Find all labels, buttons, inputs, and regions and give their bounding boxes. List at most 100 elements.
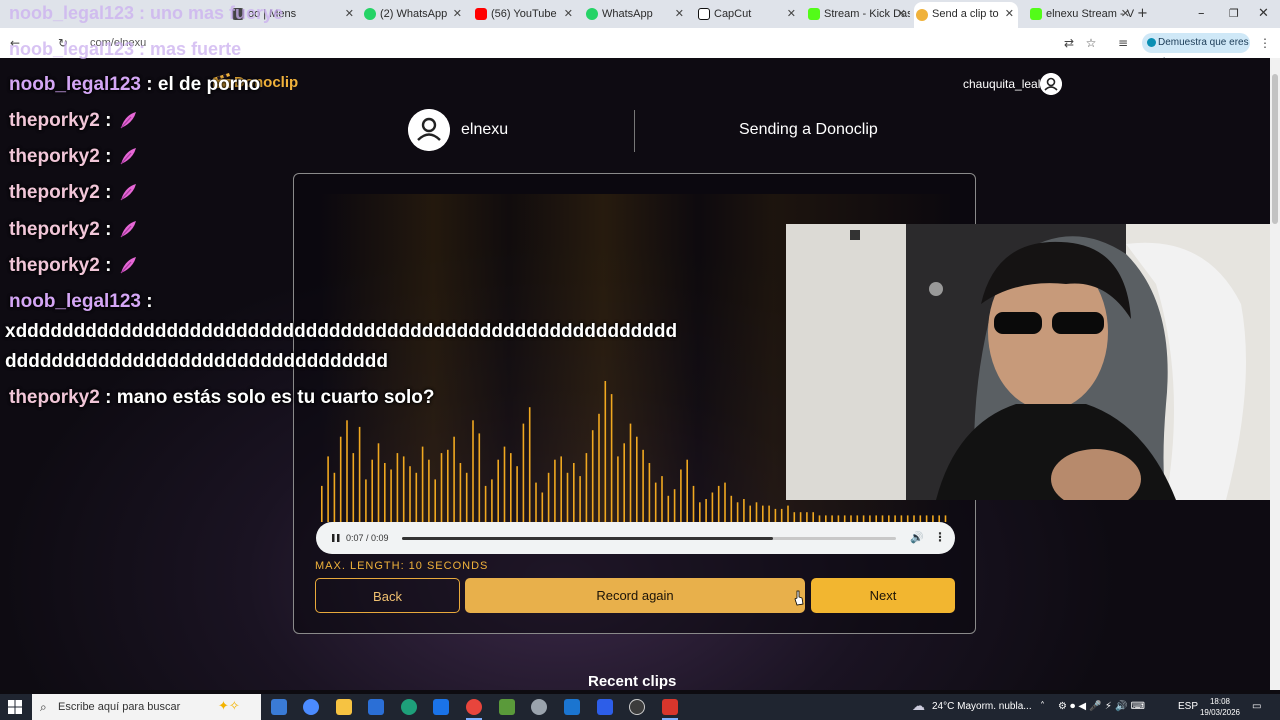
clock-time: 18:08: [1209, 697, 1231, 706]
streamer-avatar-icon: [408, 109, 450, 151]
tab-whatsapp-2[interactable]: (2) WhatsApp ✕: [362, 4, 466, 24]
copilot-icon[interactable]: [303, 699, 319, 715]
mail-icon[interactable]: [433, 699, 449, 715]
close-icon[interactable]: ✕: [1121, 4, 1130, 24]
feather-emote-icon: [120, 148, 137, 165]
streamer-name: elnexu: [461, 121, 509, 138]
visualizer-bar: [598, 413, 600, 522]
chat-ghost-line: noob_legal123 : mas fuerte: [9, 39, 242, 59]
app-icon[interactable]: [662, 699, 678, 715]
progress-track[interactable]: [402, 537, 896, 540]
visualizer-bar: [806, 512, 808, 522]
visualizer-bar: [409, 466, 411, 522]
visualizer-bar: [856, 515, 859, 522]
app-icon[interactable]: [597, 699, 613, 715]
volume-icon[interactable]: 🔊: [910, 530, 924, 546]
close-window-button[interactable]: ✕: [1258, 4, 1269, 24]
visualizer-bar: [579, 476, 581, 522]
visualizer-bar: [881, 515, 884, 522]
visualizer-bar: [894, 515, 896, 522]
chat-text: el de porno: [157, 74, 261, 95]
close-icon[interactable]: ✕: [345, 4, 354, 24]
tab-kick-dashboard[interactable]: Stream - Kick Das ✕: [806, 4, 910, 24]
language-indicator[interactable]: ESP: [1178, 694, 1198, 720]
chat-username: theporky2: [9, 146, 100, 167]
visualizer-bar: [743, 499, 745, 522]
visualizer-bar: [705, 499, 707, 522]
hand-cursor-icon: [794, 590, 804, 606]
tab-kick-stream[interactable]: elnexu Stream - V ✕: [1028, 4, 1134, 24]
minecraft-icon[interactable]: [499, 699, 515, 715]
close-icon[interactable]: ✕: [453, 4, 462, 24]
next-button[interactable]: Next: [811, 578, 955, 613]
obs-icon[interactable]: [629, 699, 645, 715]
edge-icon[interactable]: [401, 699, 417, 715]
maximize-button[interactable]: ❐: [1229, 4, 1239, 24]
minimize-button[interactable]: –: [1198, 4, 1205, 24]
visualizer-bar: [491, 479, 493, 522]
visualizer-bar: [547, 472, 550, 522]
chat-username: theporky2: [9, 255, 100, 276]
feather-emote-icon: [120, 257, 137, 274]
page-scrollbar[interactable]: [1270, 58, 1280, 690]
close-icon[interactable]: ✕: [787, 4, 796, 24]
app-icon[interactable]: [564, 699, 580, 715]
audio-player[interactable]: 0:07 / 0:09 🔊 ⋮: [316, 522, 955, 554]
visualizer-bar: [673, 489, 676, 522]
current-user-name[interactable]: chauquita_leal: [963, 75, 1040, 93]
visualizer-bar: [869, 515, 871, 522]
new-tab-button[interactable]: +: [1137, 4, 1148, 24]
visualizer-bar: [535, 482, 537, 522]
chrome-icon[interactable]: [466, 699, 482, 715]
visualizer-bar: [667, 495, 670, 522]
tab-youtube[interactable]: (56) YouTube ✕: [473, 4, 577, 24]
close-icon[interactable]: ✕: [675, 4, 684, 24]
visualizer-bar: [661, 476, 663, 522]
whatsapp-icon: [364, 8, 376, 20]
taskbar-search-input[interactable]: ⌕ Escribe aquí para buscar ✦✧: [32, 694, 261, 720]
visualizer-bar: [415, 472, 418, 522]
taskbar-clock[interactable]: 18:08 19/03/2026: [1198, 696, 1242, 718]
visualizer-bar: [762, 505, 764, 522]
close-icon[interactable]: ✕: [1005, 2, 1014, 26]
pause-icon[interactable]: [330, 532, 342, 544]
bookmark-star-icon[interactable]: ☆: [1084, 36, 1098, 50]
close-icon[interactable]: ✕: [564, 4, 573, 24]
tab-whatsapp[interactable]: WhatsApp ✕: [584, 4, 688, 24]
chat-separator: :: [99, 110, 112, 131]
chat-username: theporky2: [9, 182, 100, 203]
tab-capcut[interactable]: CapCut ✕: [696, 4, 800, 24]
visualizer-bar: [365, 479, 367, 522]
scrollbar-thumb[interactable]: [1272, 74, 1278, 224]
chat-message: theporky2 :: [9, 253, 139, 279]
more-options-icon[interactable]: ⋮: [934, 529, 946, 545]
translate-icon[interactable]: ⇄: [1062, 36, 1076, 50]
visualizer-bar: [780, 508, 783, 522]
weather-widget[interactable]: 24°C Mayorm. nubla...: [932, 694, 1032, 720]
user-avatar-icon[interactable]: [1040, 73, 1062, 95]
tray-icons[interactable]: ⚙ ⏺ ◀ 🎤 ⚡ 🔊 ⌨: [1058, 694, 1145, 720]
visualizer-bar: [560, 456, 562, 522]
reading-list-icon[interactable]: ≡: [1116, 36, 1130, 50]
show-hidden-icons[interactable]: ˄: [1040, 694, 1045, 720]
task-view-icon[interactable]: [271, 699, 287, 715]
record-again-button[interactable]: Record again: [465, 578, 805, 613]
store-icon[interactable]: [368, 699, 384, 715]
visualizer-bar: [484, 485, 487, 522]
windows-start-icon[interactable]: [8, 700, 22, 714]
windows-taskbar: ⌕ Escribe aquí para buscar ✦✧ ☁ 24°C Mayor…: [0, 694, 1280, 720]
menu-kebab-icon[interactable]: ⋮: [1258, 36, 1272, 50]
visualizer-bar: [390, 469, 392, 522]
settings-icon[interactable]: [531, 699, 547, 715]
visualizer-bar: [610, 394, 613, 522]
back-button[interactable]: Back: [315, 578, 460, 613]
notifications-icon[interactable]: ▭: [1252, 694, 1261, 720]
file-explorer-icon[interactable]: [336, 699, 352, 715]
visualizer-bar: [447, 449, 449, 522]
tab-donoclip[interactable]: Send a clip to ✕: [914, 2, 1018, 28]
visualizer-bar: [585, 453, 588, 522]
verify-identity-pill[interactable]: Demuestra que eres tú: [1142, 33, 1250, 68]
visualizer-bar: [686, 459, 688, 522]
close-icon[interactable]: ✕: [897, 4, 906, 24]
search-placeholder: Escribe aquí para buscar: [58, 701, 181, 713]
